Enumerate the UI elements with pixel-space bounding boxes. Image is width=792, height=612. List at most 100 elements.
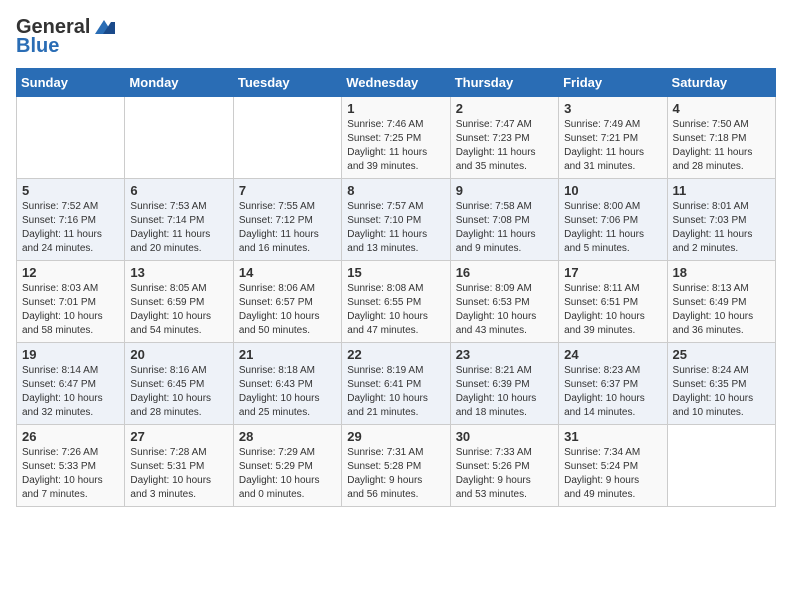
cell-content: Sunrise: 7:58 AM Sunset: 7:08 PM Dayligh… (456, 200, 553, 256)
day-number: 15 (347, 265, 444, 280)
day-number: 6 (130, 183, 227, 198)
cell-content: Sunrise: 8:03 AM Sunset: 7:01 PM Dayligh… (22, 282, 119, 338)
calendar-table: SundayMondayTuesdayWednesdayThursdayFrid… (16, 68, 776, 507)
day-number: 23 (456, 347, 553, 362)
calendar-cell: 7 Sunrise: 7:55 AM Sunset: 7:12 PM Daylig… (233, 179, 341, 261)
calendar-cell (667, 425, 775, 507)
calendar-cell: 30 Sunrise: 7:33 AM Sunset: 5:26 PM Dayli… (450, 425, 558, 507)
day-number: 11 (673, 183, 770, 198)
week-row-5: 26 Sunrise: 7:26 AM Sunset: 5:33 PM Dayli… (17, 425, 776, 507)
calendar-cell: 29Sunrise: 7:31 AM Sunset: 5:28 PM Dayli… (342, 425, 450, 507)
cell-content: Sunrise: 7:26 AM Sunset: 5:33 PM Dayligh… (22, 446, 119, 502)
cell-content: Sunrise: 7:52 AM Sunset: 7:16 PM Dayligh… (22, 200, 119, 256)
cell-content: Sunrise: 7:31 AM Sunset: 5:28 PM Dayligh… (347, 446, 444, 502)
calendar-header-row: SundayMondayTuesdayWednesdayThursdayFrid… (17, 69, 776, 97)
day-number: 13 (130, 265, 227, 280)
day-number: 5 (22, 183, 119, 198)
cell-content: Sunrise: 7:57 AM Sunset: 7:10 PM Dayligh… (347, 200, 444, 256)
calendar-cell: 3 Sunrise: 7:49 AM Sunset: 7:21 PM Daylig… (559, 97, 667, 179)
calendar-cell: 14Sunrise: 8:06 AM Sunset: 6:57 PM Dayli… (233, 261, 341, 343)
cell-content: Sunrise: 8:14 AM Sunset: 6:47 PM Dayligh… (22, 364, 119, 420)
cell-content: Sunrise: 8:16 AM Sunset: 6:45 PM Dayligh… (130, 364, 227, 420)
cell-content: Sunrise: 7:53 AM Sunset: 7:14 PM Dayligh… (130, 200, 227, 256)
day-number: 18 (673, 265, 770, 280)
calendar-cell: 20 Sunrise: 8:16 AM Sunset: 6:45 PM Dayli… (125, 343, 233, 425)
logo-blue: Blue (16, 35, 59, 58)
day-number: 7 (239, 183, 336, 198)
cell-content: Sunrise: 7:28 AM Sunset: 5:31 PM Dayligh… (130, 446, 227, 502)
cell-content: Sunrise: 7:47 AM Sunset: 7:23 PM Dayligh… (456, 118, 553, 174)
week-row-3: 12 Sunrise: 8:03 AM Sunset: 7:01 PM Dayli… (17, 261, 776, 343)
calendar-cell: 8 Sunrise: 7:57 AM Sunset: 7:10 PM Daylig… (342, 179, 450, 261)
header-tuesday: Tuesday (233, 69, 341, 97)
day-number: 20 (130, 347, 227, 362)
day-number: 24 (564, 347, 661, 362)
calendar-cell: 11 Sunrise: 8:01 AM Sunset: 7:03 PM Dayli… (667, 179, 775, 261)
logo: General Blue (16, 16, 115, 58)
header-thursday: Thursday (450, 69, 558, 97)
calendar-cell: 19 Sunrise: 8:14 AM Sunset: 6:47 PM Dayli… (17, 343, 125, 425)
cell-content: Sunrise: 8:05 AM Sunset: 6:59 PM Dayligh… (130, 282, 227, 338)
calendar-cell: 23 Sunrise: 8:21 AM Sunset: 6:39 PM Dayli… (450, 343, 558, 425)
calendar-cell: 13 Sunrise: 8:05 AM Sunset: 6:59 PM Dayli… (125, 261, 233, 343)
calendar-cell: 17Sunrise: 8:11 AM Sunset: 6:51 PM Dayli… (559, 261, 667, 343)
cell-content: Sunrise: 7:50 AM Sunset: 7:18 PM Dayligh… (673, 118, 770, 174)
day-number: 26 (22, 429, 119, 444)
cell-content: Sunrise: 8:01 AM Sunset: 7:03 PM Dayligh… (673, 200, 770, 256)
day-number: 30 (456, 429, 553, 444)
day-number: 28 (239, 429, 336, 444)
calendar-cell: 22Sunrise: 8:19 AM Sunset: 6:41 PM Dayli… (342, 343, 450, 425)
cell-content: Sunrise: 8:23 AM Sunset: 6:37 PM Dayligh… (564, 364, 661, 420)
day-number: 14 (239, 265, 336, 280)
calendar-cell: 6 Sunrise: 7:53 AM Sunset: 7:14 PM Daylig… (125, 179, 233, 261)
logo-icon (93, 18, 115, 36)
calendar-cell (17, 97, 125, 179)
calendar-cell (125, 97, 233, 179)
calendar-cell: 27 Sunrise: 7:28 AM Sunset: 5:31 PM Dayli… (125, 425, 233, 507)
day-number: 12 (22, 265, 119, 280)
header-monday: Monday (125, 69, 233, 97)
cell-content: Sunrise: 8:24 AM Sunset: 6:35 PM Dayligh… (673, 364, 770, 420)
calendar-cell: 28 Sunrise: 7:29 AM Sunset: 5:29 PM Dayli… (233, 425, 341, 507)
day-number: 16 (456, 265, 553, 280)
header-sunday: Sunday (17, 69, 125, 97)
header-saturday: Saturday (667, 69, 775, 97)
page-header: General Blue (16, 16, 776, 58)
cell-content: Sunrise: 7:29 AM Sunset: 5:29 PM Dayligh… (239, 446, 336, 502)
cell-content: Sunrise: 7:49 AM Sunset: 7:21 PM Dayligh… (564, 118, 661, 174)
calendar-cell (233, 97, 341, 179)
day-number: 22 (347, 347, 444, 362)
day-number: 3 (564, 101, 661, 116)
day-number: 8 (347, 183, 444, 198)
calendar-cell: 16 Sunrise: 8:09 AM Sunset: 6:53 PM Dayli… (450, 261, 558, 343)
day-number: 4 (673, 101, 770, 116)
day-number: 27 (130, 429, 227, 444)
calendar-cell: 21Sunrise: 8:18 AM Sunset: 6:43 PM Dayli… (233, 343, 341, 425)
calendar-cell: 2 Sunrise: 7:47 AM Sunset: 7:23 PM Daylig… (450, 97, 558, 179)
day-number: 25 (673, 347, 770, 362)
day-number: 2 (456, 101, 553, 116)
cell-content: Sunrise: 7:34 AM Sunset: 5:24 PM Dayligh… (564, 446, 661, 502)
calendar-cell: 9 Sunrise: 7:58 AM Sunset: 7:08 PM Daylig… (450, 179, 558, 261)
calendar-cell: 15 Sunrise: 8:08 AM Sunset: 6:55 PM Dayli… (342, 261, 450, 343)
header-friday: Friday (559, 69, 667, 97)
calendar-cell: 18Sunrise: 8:13 AM Sunset: 6:49 PM Dayli… (667, 261, 775, 343)
cell-content: Sunrise: 7:55 AM Sunset: 7:12 PM Dayligh… (239, 200, 336, 256)
day-number: 19 (22, 347, 119, 362)
calendar-cell: 5 Sunrise: 7:52 AM Sunset: 7:16 PM Daylig… (17, 179, 125, 261)
cell-content: Sunrise: 8:21 AM Sunset: 6:39 PM Dayligh… (456, 364, 553, 420)
cell-content: Sunrise: 7:46 AM Sunset: 7:25 PM Dayligh… (347, 118, 444, 174)
cell-content: Sunrise: 7:33 AM Sunset: 5:26 PM Dayligh… (456, 446, 553, 502)
day-number: 1 (347, 101, 444, 116)
cell-content: Sunrise: 8:11 AM Sunset: 6:51 PM Dayligh… (564, 282, 661, 338)
calendar-cell: 12 Sunrise: 8:03 AM Sunset: 7:01 PM Dayli… (17, 261, 125, 343)
calendar-cell: 31Sunrise: 7:34 AM Sunset: 5:24 PM Dayli… (559, 425, 667, 507)
calendar-cell: 25 Sunrise: 8:24 AM Sunset: 6:35 PM Dayli… (667, 343, 775, 425)
calendar-cell: 26 Sunrise: 7:26 AM Sunset: 5:33 PM Dayli… (17, 425, 125, 507)
calendar-cell: 24 Sunrise: 8:23 AM Sunset: 6:37 PM Dayli… (559, 343, 667, 425)
cell-content: Sunrise: 8:08 AM Sunset: 6:55 PM Dayligh… (347, 282, 444, 338)
calendar-cell: 1 Sunrise: 7:46 AM Sunset: 7:25 PM Daylig… (342, 97, 450, 179)
day-number: 9 (456, 183, 553, 198)
cell-content: Sunrise: 8:09 AM Sunset: 6:53 PM Dayligh… (456, 282, 553, 338)
day-number: 10 (564, 183, 661, 198)
